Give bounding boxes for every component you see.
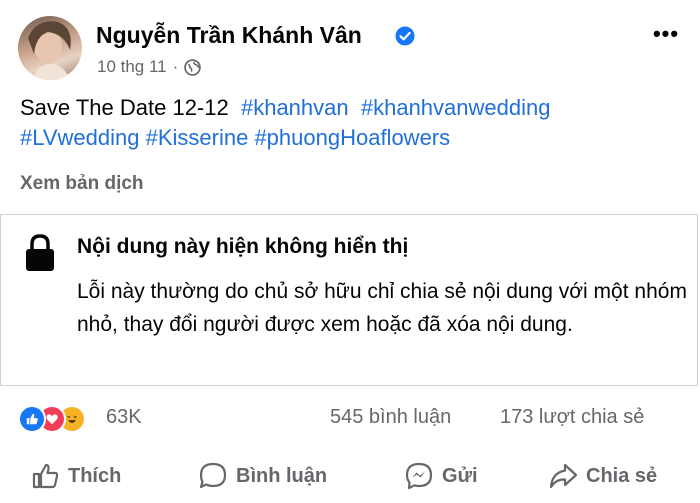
shares-count[interactable]: 173 lượt chia sẻ (500, 406, 644, 429)
hashtag-lvwedding[interactable]: #LVwedding (20, 125, 139, 150)
speech-bubble-icon (199, 462, 227, 489)
post-header: Nguyễn Trần Khánh Vân 10 thg 11 · ••• (0, 0, 700, 90)
share-arrow-icon (549, 463, 578, 489)
see-translation-link[interactable]: Xem bản dịch (20, 173, 144, 195)
author-name[interactable]: Nguyễn Trần Khánh Vân (96, 22, 362, 49)
unavailable-message: Lỗi này thường do chủ sở hữu chỉ chia sẻ… (77, 280, 687, 336)
post-actions: Thích Bình luận Gửi Chia sẻ (0, 450, 700, 500)
content-unavailable-box: Nội dung này hiện không hiển thị Lỗi này… (0, 214, 698, 386)
meta-separator: · (172, 57, 179, 76)
send-button[interactable]: Gửi (404, 458, 478, 494)
comments-count[interactable]: 545 bình luận (330, 406, 451, 429)
post-meta: 10 thg 11 · (97, 57, 202, 77)
post-date[interactable]: 10 thg 11 (97, 57, 167, 77)
thumbs-up-icon (32, 463, 59, 489)
like-label: Thích (68, 464, 122, 487)
comment-button[interactable]: Bình luận (198, 458, 327, 494)
lock-icon (26, 234, 54, 271)
more-options-button[interactable]: ••• (650, 21, 682, 46)
reactions-count[interactable]: 63K (106, 406, 142, 429)
share-label: Chia sẻ (586, 464, 658, 487)
globe-icon[interactable] (184, 58, 202, 76)
messenger-icon (405, 462, 433, 490)
send-label: Gửi (442, 464, 478, 487)
unavailable-title: Nội dung này hiện không hiển thị (77, 235, 409, 258)
reaction-icons[interactable] (18, 405, 98, 433)
hashtag-kisserine[interactable]: #Kisserine (146, 125, 249, 150)
like-reaction-icon (18, 405, 46, 433)
hashtag-khanhvanwedding[interactable]: #khanhvanwedding (361, 95, 551, 120)
avatar[interactable] (18, 16, 82, 80)
hashtag-khanhvan[interactable]: #khanhvan (241, 95, 349, 120)
post-text: Save The Date 12-12 #khanhvan #khanhvanw… (20, 93, 680, 153)
verified-badge-icon (395, 26, 415, 46)
comment-label: Bình luận (236, 464, 328, 487)
post-text-plain: Save The Date 12-12 (20, 95, 229, 120)
like-button[interactable]: Thích (30, 458, 121, 494)
share-button[interactable]: Chia sẻ (548, 458, 657, 494)
hashtag-phuonghoaflowers[interactable]: #phuongHoaflowers (254, 125, 450, 150)
post-stats: 63K 545 bình luận 173 lượt chia sẻ (0, 400, 700, 436)
